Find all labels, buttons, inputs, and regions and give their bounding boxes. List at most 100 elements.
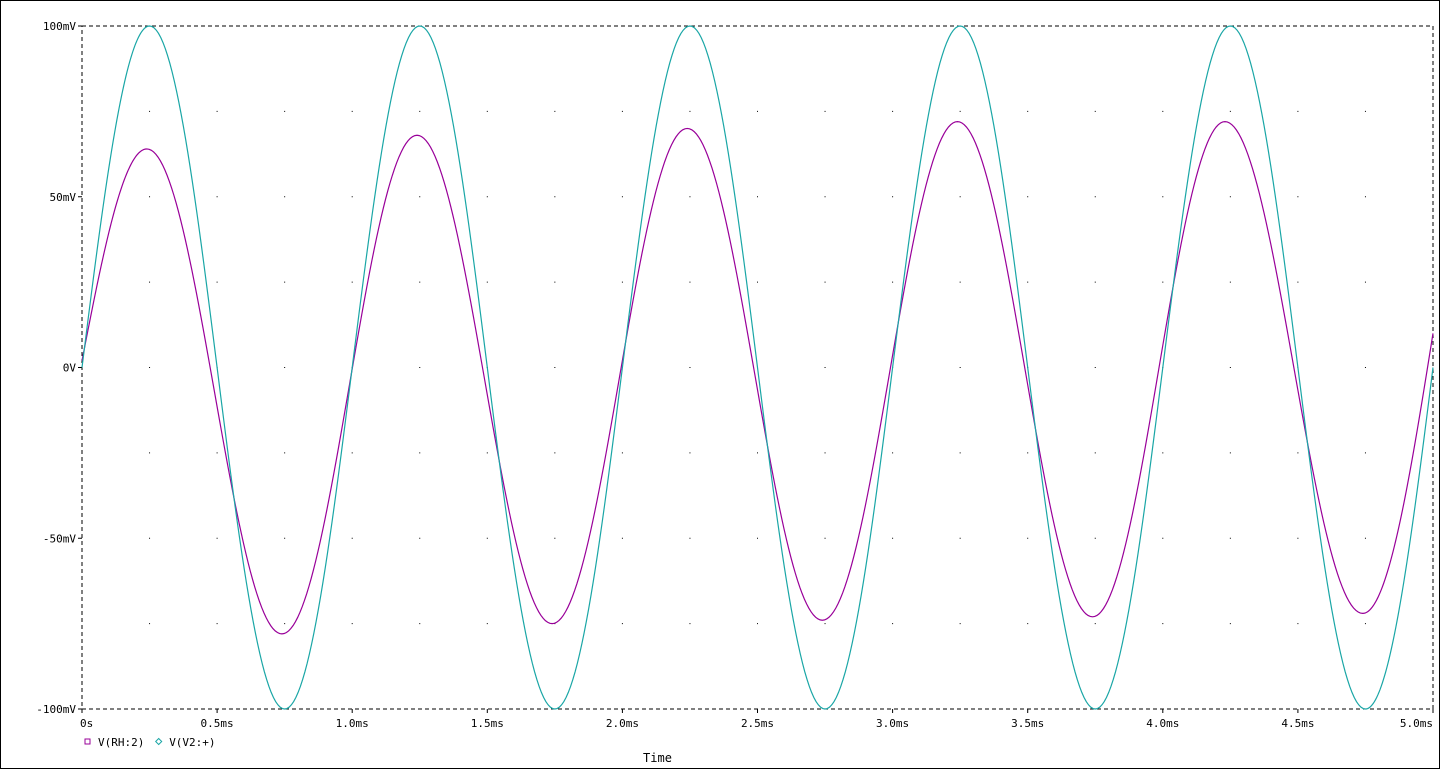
grid-dot [419,196,421,198]
grid-dot [621,281,623,283]
grid-dot [554,452,556,454]
grid-dot [1162,196,1164,198]
grid-dot [1162,537,1164,539]
grid-dot [1162,452,1164,454]
grid-dot [1162,110,1164,112]
y-tick-label: 0V [63,362,77,375]
grid-dot [216,196,218,198]
grid-dot [689,196,691,198]
y-tick-label: -50mV [43,532,76,545]
x-tick-label: 3.5ms [1011,717,1044,730]
grid-dot [824,110,826,112]
grid-dot [486,281,488,283]
grid-dot [1094,281,1096,283]
grid-dot [486,196,488,198]
grid-dot [689,367,691,368]
y-tick-label: 50mV [50,191,77,204]
grid-dot [149,623,151,625]
grid-dot [1229,452,1231,454]
grid-dot [284,367,286,368]
grid-dot [689,110,691,112]
grid-dot [1094,110,1096,112]
grid-dot [689,281,691,283]
x-tick-label: 4.0ms [1146,717,1179,730]
x-tick-label: 2.5ms [741,717,774,730]
x-tick-label: 2.0ms [606,717,639,730]
grid-dot [1027,281,1029,283]
grid-dot [1364,110,1366,112]
grid-dot [1027,452,1029,454]
grid-dot [621,196,623,198]
grid-dot [1297,623,1299,625]
grid-dot [554,281,556,283]
grid-dot [892,196,894,198]
grid-dot [1297,452,1299,454]
grid-dot [1364,367,1366,368]
grid-dot [757,452,758,454]
grid-dot [892,537,894,539]
grid-dot [757,110,758,112]
grid-dot [419,367,421,368]
grid-dot [689,452,691,454]
grid-dot [1229,537,1231,539]
grid-dot [757,537,758,539]
grid-dot [1094,452,1096,454]
grid-dot [351,537,353,539]
grid-dot [149,110,151,112]
y-tick-label: -100mV [36,703,76,716]
grid-dot [824,281,826,283]
x-tick-label: 0s [80,717,93,730]
grid-dot [892,110,894,112]
grid-dot [1364,537,1366,539]
grid-dot [351,281,353,283]
grid-dot [419,281,421,283]
x-axis-title: Time [643,751,672,765]
grid-dot [892,623,894,625]
grid-dot [1229,110,1231,112]
grid-dot [554,367,556,368]
grid-dot [351,452,353,454]
grid-dot [149,537,151,539]
grid-dot [284,110,286,112]
grid-dot [621,110,623,112]
grid-dot [959,110,961,112]
x-tick-label: 5.0ms [1400,717,1433,730]
legend-label: V(V2:+) [169,736,215,749]
grid-dot [621,537,623,539]
grid-dot [1094,196,1096,198]
grid-dot [689,537,691,539]
x-tick-label: 3.0ms [876,717,909,730]
grid-dot [757,196,758,198]
chart-plot: 0s 0.5ms 1.0ms 1.5ms 2.0ms 2.5ms 3.0ms 3.5ms 4.0… [0,0,1440,769]
grid-dot [824,367,826,368]
grid-dot [959,367,961,368]
grid-dot [1297,281,1299,283]
grid-dot [351,196,353,198]
grid-dot [1027,110,1029,112]
x-tick-label: 1.5ms [471,717,504,730]
x-tick-label: 1.0ms [336,717,369,730]
grid-dot [216,537,218,539]
grid-dot [689,623,691,625]
grid-dot [419,110,421,112]
grid-dot [1229,196,1231,198]
grid-dot [554,537,556,539]
grid-dot [284,196,286,198]
grid-dot [216,623,218,625]
grid-dot [1027,537,1029,539]
grid-dot [1229,623,1231,625]
grid-dot [1297,196,1299,198]
grid-dot [216,110,218,112]
grid-dot [486,110,488,112]
grid-dot [486,452,488,454]
grid-dot [959,452,961,454]
x-tick-label: 0.5ms [201,717,234,730]
grid-dot [1027,196,1029,198]
grid-dot [1297,110,1299,112]
grid-dot [892,452,894,454]
grid-dot [1364,452,1366,454]
grid-dot [1094,623,1096,625]
grid-dot [554,196,556,198]
grid-dot [959,281,961,283]
x-tick-label: 4.5ms [1281,717,1314,730]
